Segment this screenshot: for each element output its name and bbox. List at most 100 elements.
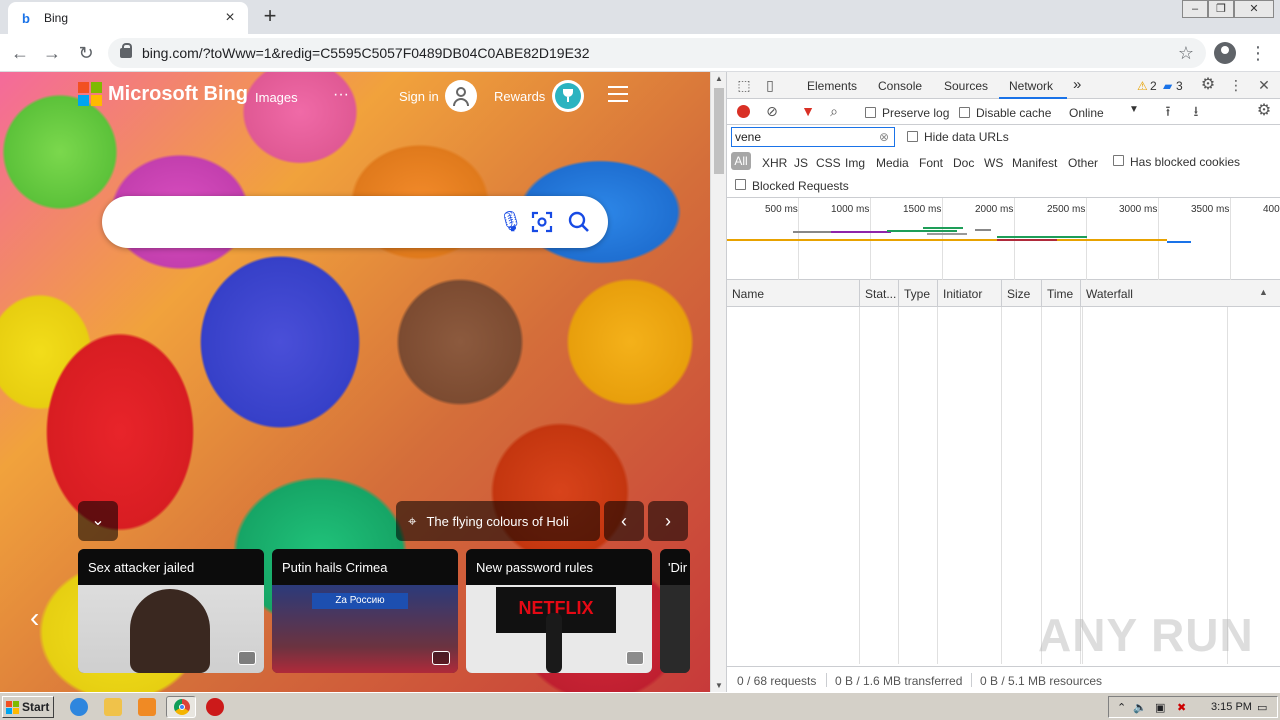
filter-other[interactable]: Other — [1068, 156, 1098, 170]
microphone-icon[interactable]: 🎙 — [498, 210, 523, 234]
filter-doc[interactable]: Doc — [953, 156, 974, 170]
back-button[interactable]: ← — [8, 41, 32, 65]
blocked-requests-checkbox[interactable] — [735, 179, 746, 190]
has-blocked-cookies-checkbox[interactable] — [1113, 155, 1124, 166]
security-alert-icon[interactable]: ✖ — [1177, 701, 1186, 714]
sign-in-link[interactable]: Sign in — [399, 89, 439, 104]
volume-icon[interactable]: 🔈 — [1133, 701, 1147, 714]
disable-cache-checkbox[interactable] — [959, 107, 970, 118]
news-card-image: NETFLIX — [466, 585, 652, 673]
tab-console[interactable]: Console — [878, 79, 922, 93]
chevron-down-icon[interactable]: ▼ — [1129, 104, 1139, 115]
show-desktop-icon[interactable]: ▭ — [1257, 701, 1267, 714]
image-caption-button[interactable]: ⌖ The flying colours of Holi — [396, 501, 600, 541]
next-image-button[interactable]: › — [648, 501, 688, 541]
filter-all[interactable]: All — [731, 152, 751, 170]
throttling-select[interactable]: Online — [1069, 106, 1104, 120]
rewards-trophy-icon[interactable] — [552, 80, 584, 112]
search-network-icon[interactable]: ⌕ — [825, 103, 843, 119]
clear-filter-icon[interactable]: ⊗ — [879, 130, 889, 144]
export-har-icon[interactable]: ⭳ — [1187, 103, 1205, 119]
filter-font[interactable]: Font — [919, 156, 943, 170]
sort-ascending-icon[interactable]: ▲ — [1259, 287, 1268, 297]
visual-search-icon[interactable] — [530, 210, 554, 240]
news-card[interactable]: Putin hails Crimea Za Россию — [272, 549, 458, 673]
inspect-element-icon[interactable]: ⬚ — [735, 77, 753, 93]
close-tab-icon[interactable]: × — [222, 9, 238, 27]
forward-button[interactable]: → — [40, 41, 64, 65]
browser-tab[interactable]: b Bing × — [8, 2, 248, 34]
filter-xhr[interactable]: XHR — [762, 156, 787, 170]
bookmark-star-icon[interactable]: ☆ — [1178, 43, 1194, 64]
message-icon[interactable]: ▰ — [1163, 79, 1172, 93]
network-settings-gear-icon[interactable]: ⚙ — [1255, 103, 1273, 119]
tab-elements[interactable]: Elements — [807, 79, 857, 93]
profile-avatar-icon[interactable] — [1214, 42, 1236, 64]
page-scrollbar[interactable]: ▲ ▼ — [710, 72, 726, 692]
opera-icon[interactable] — [206, 698, 224, 716]
column-waterfall[interactable]: Waterfall — [1081, 280, 1280, 307]
new-tab-button[interactable]: + — [258, 4, 282, 28]
close-devtools-icon[interactable]: ✕ — [1255, 77, 1273, 93]
import-har-icon[interactable]: ⭱ — [1159, 103, 1177, 119]
column-initiator[interactable]: Initiator — [938, 280, 1002, 307]
start-button[interactable]: Start — [2, 696, 54, 718]
news-card[interactable]: Sex attacker jailed — [78, 549, 264, 673]
filter-icon[interactable]: ▼ — [799, 103, 817, 119]
microsoft-bing-logo[interactable]: Microsoft Bing — [78, 82, 248, 106]
tab-network[interactable]: Network — [1009, 79, 1053, 93]
browser-menu-icon[interactable]: ⋮ — [1248, 42, 1268, 64]
internet-explorer-icon[interactable] — [70, 698, 88, 716]
close-window-button[interactable]: ✕ — [1234, 0, 1274, 18]
tray-expand-icon[interactable]: ⌃ — [1117, 701, 1126, 714]
chevron-down-icon[interactable]: ⌄ — [78, 501, 118, 541]
device-toolbar-icon[interactable]: ▯ — [761, 77, 779, 93]
hamburger-menu-icon[interactable] — [608, 86, 628, 107]
news-card[interactable]: 'Dir — [660, 549, 690, 673]
filter-media[interactable]: Media — [876, 156, 909, 170]
filter-css[interactable]: CSS — [816, 156, 841, 170]
resource-type-filters: All XHR JS CSS Img Media Font Doc WS Man… — [727, 149, 1280, 173]
more-tabs-icon[interactable]: » — [1073, 76, 1081, 93]
tab-sources[interactable]: Sources — [944, 79, 988, 93]
hide-data-urls-label: Hide data URLs — [924, 130, 1009, 144]
news-card[interactable]: New password rules NETFLIX — [466, 549, 652, 673]
filter-manifest[interactable]: Manifest — [1012, 156, 1057, 170]
filter-input[interactable] — [731, 127, 895, 147]
carousel-prev-icon[interactable]: ‹ — [30, 602, 39, 634]
devtools-menu-icon[interactable]: ⋮ — [1227, 77, 1245, 93]
restore-button[interactable]: ❐ — [1208, 0, 1234, 18]
address-bar[interactable]: bing.com/?toWww=1&redig=C5595C5057F0489D… — [108, 38, 1206, 68]
settings-gear-icon[interactable]: ⚙ — [1199, 77, 1217, 93]
column-name[interactable]: Name — [727, 280, 860, 307]
network-overview-timeline[interactable]: 500 ms 1000 ms 1500 ms 2000 ms 2500 ms 3… — [727, 198, 1280, 280]
preserve-log-checkbox[interactable] — [865, 107, 876, 118]
previous-image-button[interactable]: ‹ — [604, 501, 644, 541]
clear-icon[interactable]: ⊘ — [763, 103, 781, 119]
message-count: 3 — [1176, 79, 1183, 93]
search-icon[interactable] — [567, 210, 591, 240]
nav-images-link[interactable]: Images — [255, 90, 298, 105]
minimize-button[interactable]: ‒ — [1182, 0, 1208, 18]
nav-more-icon[interactable]: ··· — [333, 86, 349, 104]
filter-ws[interactable]: WS — [984, 156, 1003, 170]
record-button[interactable] — [737, 105, 750, 118]
filter-js[interactable]: JS — [794, 156, 808, 170]
rewards-link[interactable]: Rewards — [494, 89, 545, 104]
user-avatar-icon[interactable] — [445, 80, 477, 112]
warning-icon[interactable]: ⚠ — [1137, 79, 1148, 93]
chrome-taskbar-button[interactable] — [166, 696, 196, 718]
column-type[interactable]: Type — [899, 280, 938, 307]
browser-toolbar: ← → ↻ bing.com/?toWww=1&redig=C5595C5057… — [0, 34, 1280, 72]
network-icon[interactable]: ▣ — [1155, 701, 1165, 714]
column-status[interactable]: Stat... — [860, 280, 899, 307]
hide-data-urls-checkbox[interactable] — [907, 131, 918, 142]
column-time[interactable]: Time — [1042, 280, 1081, 307]
search-input[interactable]: 🎙 — [102, 196, 608, 248]
media-player-icon[interactable] — [138, 698, 156, 716]
file-explorer-icon[interactable] — [104, 698, 122, 716]
column-size[interactable]: Size — [1002, 280, 1042, 307]
filter-img[interactable]: Img — [845, 156, 865, 170]
scrollbar-thumb[interactable] — [714, 88, 724, 174]
reload-button[interactable]: ↻ — [74, 41, 98, 65]
